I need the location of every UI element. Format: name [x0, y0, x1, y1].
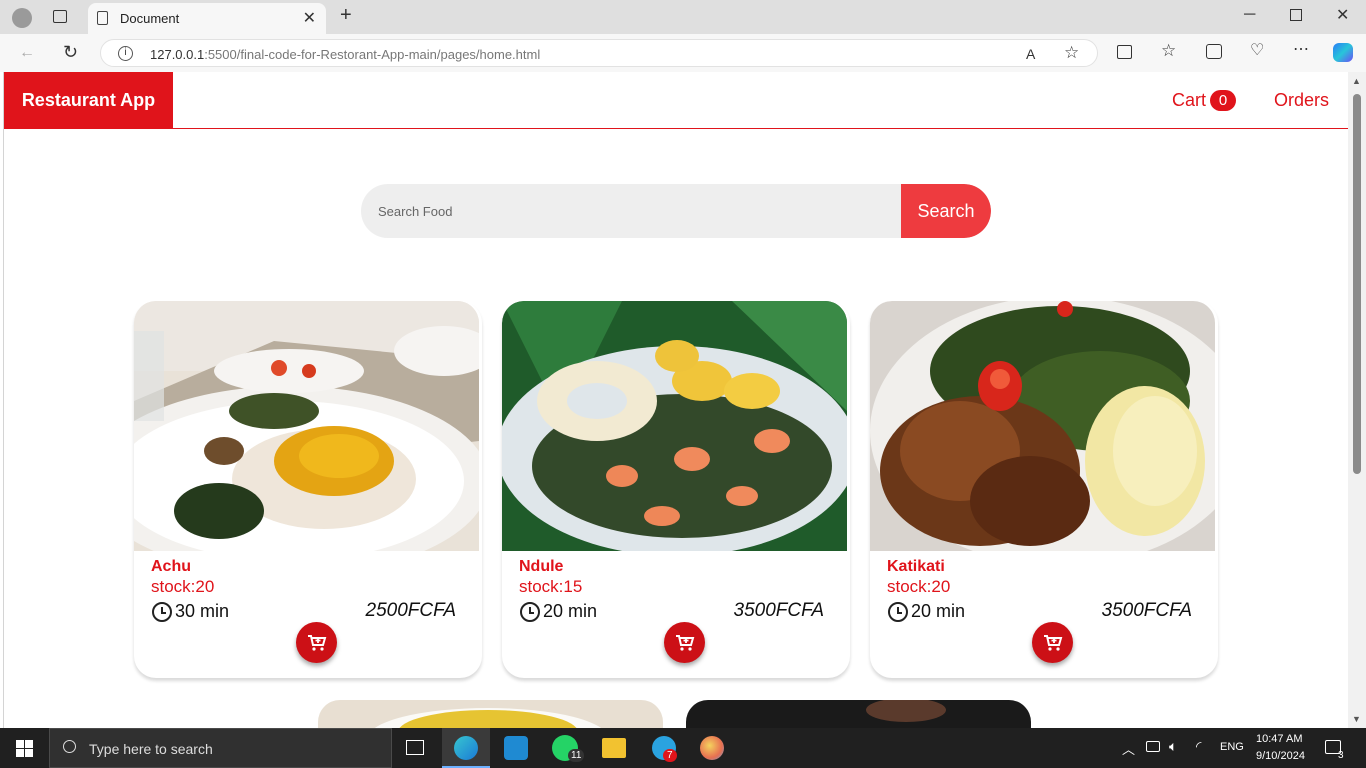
food-card: Ndule stock:15 20 min 3500FCFA — [502, 301, 850, 678]
search-bar: Search — [361, 184, 991, 238]
file-explorer-icon[interactable] — [602, 738, 626, 758]
clock-date[interactable]: 9/10/2024 — [1256, 750, 1305, 762]
food-card: Achu stock:20 30 min 2500FCFA — [134, 301, 482, 678]
prep-time: 20 min — [888, 601, 965, 622]
windows-start-icon[interactable] — [16, 740, 33, 757]
read-aloud-icon[interactable]: A — [1026, 46, 1035, 62]
page-scrollbar[interactable]: ▲ ▼ — [1348, 72, 1366, 728]
browser-titlebar: Document ✕ + ─ ✕ — [0, 0, 1366, 34]
food-price: 2500FCFA — [365, 600, 456, 621]
network-icon[interactable] — [1146, 741, 1160, 752]
language-indicator[interactable]: ENG — [1220, 741, 1244, 753]
collections-icon[interactable] — [1206, 44, 1222, 59]
food-card-partial — [318, 700, 663, 728]
restore-icon[interactable] — [1290, 9, 1302, 21]
refresh-icon[interactable]: ↻ — [63, 43, 78, 61]
taskbar-search-placeholder: Type here to search — [89, 741, 213, 757]
search-icon — [63, 740, 76, 753]
cart-icon — [1043, 634, 1062, 651]
page-border — [3, 72, 4, 728]
close-tab-icon[interactable]: ✕ — [303, 8, 316, 28]
search-button[interactable]: Search — [901, 184, 991, 238]
search-input[interactable] — [361, 184, 901, 238]
taskbar-search[interactable]: Type here to search — [49, 728, 392, 768]
edge-taskbar-icon[interactable] — [442, 728, 490, 768]
minimize-icon[interactable]: ─ — [1244, 7, 1255, 23]
food-stock: stock:20 — [887, 577, 951, 596]
whatsapp-badge: 11 — [568, 749, 585, 762]
food-name: Achu — [151, 558, 191, 575]
food-stock: stock:20 — [151, 577, 215, 596]
clock-icon — [152, 601, 172, 622]
nav-orders-link[interactable]: Orders — [1274, 90, 1329, 111]
wifi-icon[interactable]: ◜ — [1196, 738, 1201, 755]
telegram-badge: 7 — [663, 749, 677, 762]
notification-count: 3 — [1338, 750, 1344, 761]
clock-icon — [520, 601, 540, 622]
profile-icon[interactable] — [12, 8, 32, 28]
food-image-ndule — [502, 301, 847, 551]
tab-actions-icon[interactable] — [53, 10, 67, 23]
add-to-cart-button[interactable] — [664, 622, 705, 663]
new-tab-icon[interactable]: + — [340, 5, 352, 25]
food-card: Katikati stock:20 20 min 3500FCFA — [870, 301, 1218, 678]
food-name: Ndule — [519, 558, 564, 575]
copilot-icon[interactable] — [1333, 43, 1353, 62]
browser-essentials-icon[interactable]: ♡ — [1250, 43, 1264, 59]
food-stock: stock:15 — [519, 577, 583, 596]
document-icon — [97, 11, 108, 25]
add-to-cart-button[interactable] — [1032, 622, 1073, 663]
food-image-katikati — [870, 301, 1215, 551]
browser-tab[interactable]: Document ✕ — [88, 3, 326, 34]
favorites-icon[interactable]: ☆ — [1161, 42, 1176, 59]
navbar-divider — [4, 128, 1348, 129]
food-name: Katikati — [887, 558, 945, 575]
site-info-icon[interactable]: i — [118, 46, 133, 61]
back-icon[interactable]: ← — [19, 45, 35, 61]
scrollbar-thumb[interactable] — [1353, 94, 1361, 474]
favorite-star-icon[interactable]: ☆ — [1064, 44, 1079, 61]
scroll-up-icon[interactable]: ▲ — [1352, 76, 1361, 86]
task-view-icon[interactable] — [406, 740, 424, 755]
chevron-up-icon[interactable]: ︿ — [1122, 739, 1135, 758]
prep-time: 20 min — [520, 601, 597, 622]
food-image-achu — [134, 301, 479, 551]
windows-taskbar: Type here to search 11 7 ︿ 🔈︎ ◜ ENG 10:4… — [0, 728, 1366, 768]
cart-label: Cart — [1172, 90, 1207, 110]
brand-logo[interactable]: Restaurant App — [4, 72, 173, 129]
clock-icon — [888, 601, 908, 622]
address-bar[interactable]: i 127.0.0.1:5500/final-code-for-Restoran… — [100, 39, 1098, 67]
scroll-down-icon[interactable]: ▼ — [1352, 714, 1361, 724]
food-price: 3500FCFA — [733, 600, 824, 621]
food-card-partial — [686, 700, 1031, 728]
clock-time[interactable]: 10:47 AM — [1256, 733, 1302, 745]
cart-count-badge: 0 — [1210, 90, 1237, 111]
url-text[interactable]: 127.0.0.1:5500/final-code-for-Restorant-… — [150, 47, 540, 62]
nav-cart-link[interactable]: Cart 0 — [1172, 90, 1237, 111]
tab-title: Document — [120, 11, 180, 26]
split-screen-icon[interactable] — [1117, 45, 1132, 59]
volume-icon[interactable]: 🔈︎ — [1169, 738, 1177, 755]
cart-icon — [307, 634, 326, 651]
browser-toolbar: ← ↻ i 127.0.0.1:5500/final-code-for-Rest… — [0, 34, 1366, 72]
more-menu-icon[interactable]: ⋯ — [1293, 42, 1309, 58]
vscode-taskbar-icon[interactable] — [504, 736, 528, 760]
prep-time: 30 min — [152, 601, 229, 622]
food-price: 3500FCFA — [1101, 600, 1192, 621]
close-window-icon[interactable]: ✕ — [1336, 8, 1349, 24]
cart-icon — [675, 634, 694, 651]
add-to-cart-button[interactable] — [296, 622, 337, 663]
page-viewport: Restaurant App Cart 0 Orders Search Food… — [0, 72, 1366, 728]
paint-taskbar-icon[interactable] — [700, 736, 724, 760]
